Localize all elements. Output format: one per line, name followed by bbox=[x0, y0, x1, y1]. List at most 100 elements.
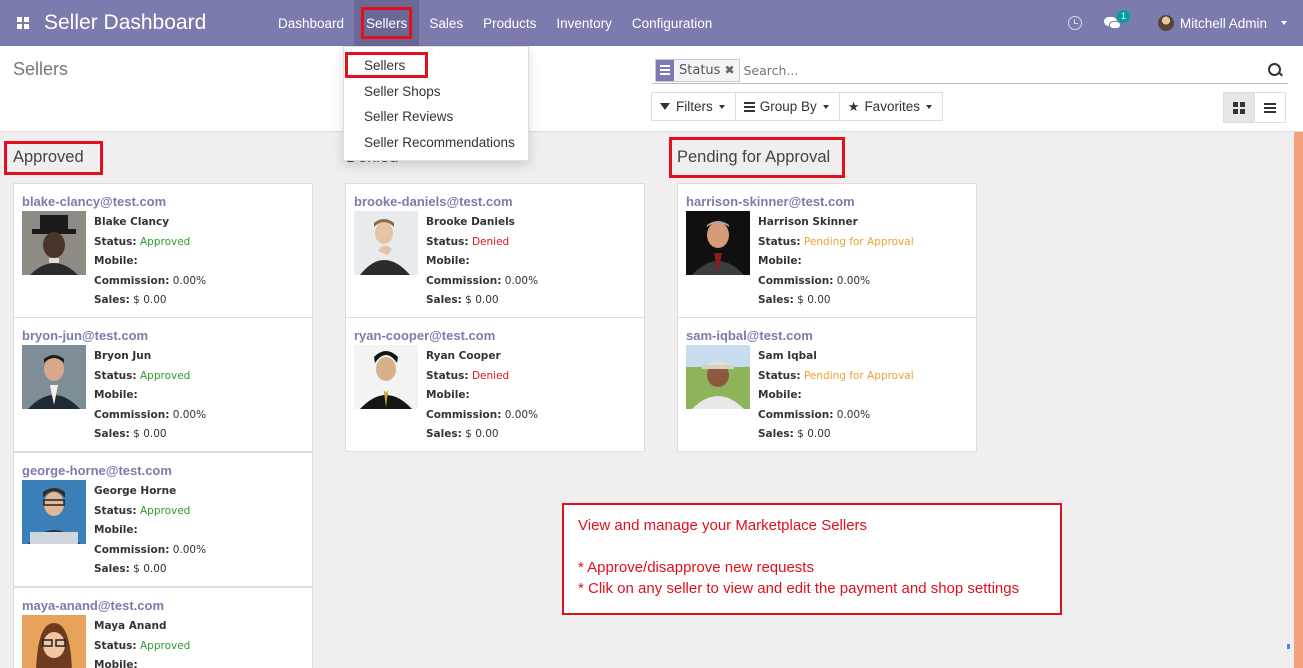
commission-value: 0.00% bbox=[504, 408, 539, 421]
mobile-label: Mobile: bbox=[94, 255, 138, 267]
mobile-label: Mobile: bbox=[426, 389, 470, 401]
favorites-label: Favorites bbox=[864, 99, 920, 114]
list-view-button[interactable] bbox=[1254, 92, 1286, 123]
seller-card[interactable]: harrison-skinner@test.com Harrison Skinn… bbox=[677, 183, 977, 318]
column-title-pending: Pending for Approval bbox=[669, 137, 845, 178]
search-icon[interactable] bbox=[1268, 63, 1282, 77]
search-input[interactable] bbox=[743, 62, 1244, 78]
seller-email[interactable]: bryon-jun@test.com bbox=[22, 328, 148, 343]
app-brand: Seller Dashboard bbox=[44, 11, 207, 34]
star-icon: ★ bbox=[847, 98, 860, 114]
status-label: Status: bbox=[758, 235, 801, 248]
menu-products[interactable]: Products bbox=[473, 0, 546, 46]
commission-label: Commission: bbox=[758, 408, 834, 421]
status-value: Pending for Approval bbox=[803, 235, 914, 248]
seller-info: Maya Anand Status: Approved Mobile: bbox=[94, 617, 190, 668]
view-switcher bbox=[1223, 92, 1286, 123]
seller-photo bbox=[22, 615, 86, 668]
seller-card[interactable]: brooke-daniels@test.com Brooke Daniels S… bbox=[345, 183, 645, 318]
vertical-scrollbar[interactable] bbox=[1294, 132, 1303, 668]
apps-menu-icon[interactable] bbox=[0, 0, 46, 46]
seller-name: Blake Clancy bbox=[94, 216, 170, 228]
status-label: Status: bbox=[94, 639, 137, 652]
seller-email[interactable]: blake-clancy@test.com bbox=[22, 194, 166, 209]
sales-label: Sales: bbox=[758, 294, 794, 306]
search-facet: Status ✖ bbox=[655, 58, 740, 82]
seller-info: Harrison Skinner Status: Pending for App… bbox=[758, 213, 914, 311]
sales-label: Sales: bbox=[758, 428, 794, 440]
user-chevron-down-icon[interactable] bbox=[1281, 21, 1287, 25]
menu-configuration[interactable]: Configuration bbox=[622, 0, 722, 46]
seller-email[interactable]: harrison-skinner@test.com bbox=[686, 194, 855, 209]
menu-inventory[interactable]: Inventory bbox=[546, 0, 622, 46]
menu-dashboard[interactable]: Dashboard bbox=[268, 0, 354, 46]
bars-icon bbox=[743, 101, 755, 112]
mobile-label: Mobile: bbox=[94, 659, 138, 668]
seller-info: Ryan Cooper Status: Denied Mobile: Commi… bbox=[426, 347, 538, 445]
status-value: Approved bbox=[139, 235, 191, 248]
seller-photo bbox=[686, 211, 750, 275]
seller-photo bbox=[354, 345, 418, 409]
status-label: Status: bbox=[426, 369, 469, 382]
top-navbar: Seller Dashboard Dashboard Sellers Sales… bbox=[0, 0, 1303, 46]
sales-value: $ 0.00 bbox=[465, 428, 499, 440]
seller-email[interactable]: brooke-daniels@test.com bbox=[354, 194, 513, 209]
commission-value: 0.00% bbox=[172, 543, 207, 556]
seller-photo bbox=[22, 211, 86, 275]
sales-value: $ 0.00 bbox=[133, 563, 167, 575]
messaging-chat-icon[interactable]: 1 bbox=[1103, 10, 1130, 30]
chevron-down-icon bbox=[925, 104, 932, 109]
scroll-marker bbox=[1287, 644, 1290, 649]
filter-icon bbox=[660, 103, 670, 110]
seller-card[interactable]: maya-anand@test.com Maya Anand Status: A… bbox=[13, 587, 313, 668]
status-label: Status: bbox=[94, 235, 137, 248]
seller-photo bbox=[354, 211, 418, 275]
seller-name: Maya Anand bbox=[94, 620, 167, 632]
seller-photo bbox=[22, 345, 86, 409]
group-by-facet-icon bbox=[656, 59, 674, 81]
commission-label: Commission: bbox=[758, 274, 834, 287]
seller-info: George Horne Status: Approved Mobile: Co… bbox=[94, 482, 206, 580]
status-value: Denied bbox=[471, 235, 510, 248]
mobile-label: Mobile: bbox=[94, 389, 138, 401]
commission-value: 0.00% bbox=[836, 274, 871, 287]
kanban-view-button[interactable] bbox=[1223, 92, 1255, 123]
group-by-button[interactable]: Group By bbox=[734, 92, 840, 121]
seller-info: Blake Clancy Status: Approved Mobile: Co… bbox=[94, 213, 206, 311]
status-label: Status: bbox=[426, 235, 469, 248]
scrollbar-thumb[interactable] bbox=[1294, 132, 1303, 668]
seller-card[interactable]: sam-iqbal@test.com Sam Iqbal Status: Pen… bbox=[677, 317, 977, 452]
main-menu: Dashboard Sellers Sales Products Invento… bbox=[268, 0, 722, 46]
facet-remove-icon[interactable]: ✖ bbox=[724, 63, 738, 77]
dropdown-item-seller-shops[interactable]: Seller Shops bbox=[364, 84, 441, 99]
status-value: Approved bbox=[139, 504, 191, 517]
user-menu[interactable]: Mitchell Admin bbox=[1180, 16, 1267, 31]
filters-button[interactable]: Filters bbox=[651, 92, 736, 121]
seller-email[interactable]: ryan-cooper@test.com bbox=[354, 328, 495, 343]
note-line-1: View and manage your Marketplace Sellers bbox=[578, 517, 868, 534]
navbar-systray: 1 Mitchell Admin bbox=[1067, 0, 1303, 46]
activity-clock-icon[interactable] bbox=[1067, 16, 1082, 30]
menu-sellers[interactable]: Sellers bbox=[354, 0, 420, 46]
dropdown-item-sellers[interactable]: Sellers bbox=[345, 52, 428, 78]
chat-badge: 1 bbox=[1116, 10, 1130, 23]
user-avatar[interactable] bbox=[1157, 15, 1174, 31]
sales-label: Sales: bbox=[94, 563, 130, 575]
seller-email[interactable]: george-horne@test.com bbox=[22, 463, 172, 478]
seller-card[interactable]: ryan-cooper@test.com Ryan Cooper Status:… bbox=[345, 317, 645, 452]
commission-label: Commission: bbox=[426, 274, 502, 287]
seller-card[interactable]: blake-clancy@test.com Blake Clancy Statu… bbox=[13, 183, 313, 318]
favorites-button[interactable]: ★ Favorites bbox=[838, 92, 943, 121]
status-value: Approved bbox=[139, 369, 191, 382]
menu-sales[interactable]: Sales bbox=[419, 0, 473, 46]
group-by-label: Group By bbox=[759, 99, 817, 114]
seller-card[interactable]: george-horne@test.com George Horne Statu… bbox=[13, 452, 313, 587]
seller-email[interactable]: maya-anand@test.com bbox=[22, 598, 164, 613]
seller-email[interactable]: sam-iqbal@test.com bbox=[686, 328, 813, 343]
seller-info: Bryon Jun Status: Approved Mobile: Commi… bbox=[94, 347, 206, 445]
chevron-down-icon bbox=[718, 104, 725, 109]
seller-card[interactable]: bryon-jun@test.com Bryon Jun Status: App… bbox=[13, 317, 313, 452]
dropdown-item-seller-recommendations[interactable]: Seller Recommendations bbox=[364, 135, 515, 150]
search-options: Filters Group By ★ Favorites bbox=[651, 92, 943, 121]
dropdown-item-seller-reviews[interactable]: Seller Reviews bbox=[364, 109, 453, 124]
